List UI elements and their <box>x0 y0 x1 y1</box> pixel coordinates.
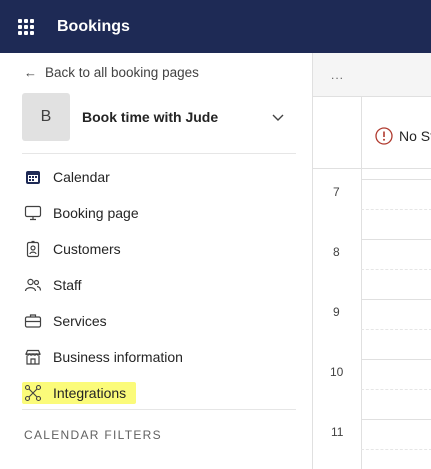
staff-header-label: No St <box>399 128 431 144</box>
hour-label: 8 <box>333 245 340 259</box>
briefcase-icon <box>24 312 42 330</box>
back-link-label: Back to all booking pages <box>45 65 199 80</box>
app-header: Bookings <box>0 0 431 53</box>
monitor-icon <box>24 204 42 222</box>
calendar-view: ... No St 7 8 9 10 11 <box>312 53 431 469</box>
more-options-button[interactable]: ... <box>331 68 344 82</box>
hour-label: 9 <box>333 305 340 319</box>
staff-column-header[interactable]: No St <box>375 127 431 145</box>
hour-line <box>361 179 431 180</box>
hour-label: 7 <box>333 185 340 199</box>
calendar-filters-heading: CALENDAR FILTERS <box>24 428 162 442</box>
warning-icon <box>375 127 393 145</box>
hour-label: 11 <box>331 425 344 439</box>
time-grid[interactable]: 7 8 9 10 11 <box>313 169 431 469</box>
hour-line <box>361 299 431 300</box>
time-gutter-divider <box>361 97 362 169</box>
nodes-icon <box>24 384 42 402</box>
sidebar-item-booking-page[interactable]: Booking page <box>24 201 139 225</box>
sidebar-item-label: Customers <box>53 241 121 257</box>
sidebar-item-calendar[interactable]: Calendar <box>24 165 110 189</box>
divider <box>22 153 296 154</box>
sidebar-item-customers[interactable]: Customers <box>24 237 121 261</box>
hour-line <box>361 239 431 240</box>
arrow-left-icon: ← <box>24 65 37 80</box>
half-hour-line <box>361 209 431 210</box>
hour-line <box>361 359 431 360</box>
sidebar-item-label: Integrations <box>53 385 127 401</box>
half-hour-line <box>361 329 431 330</box>
contact-card-icon <box>24 240 42 258</box>
calendar-icon <box>24 168 42 186</box>
sidebar-item-label: Services <box>53 313 107 329</box>
calendar-toolbar: ... <box>313 53 431 97</box>
sidebar-item-label: Calendar <box>53 169 110 185</box>
chevron-down-icon[interactable] <box>270 109 286 125</box>
app-launcher-icon[interactable] <box>18 18 34 35</box>
booking-page-name: Book time with Jude <box>82 109 219 125</box>
time-gutter-divider <box>361 169 362 469</box>
divider <box>22 409 296 410</box>
hour-label: 10 <box>330 365 344 379</box>
booking-page-selector[interactable]: B Book time with Jude <box>22 93 292 141</box>
half-hour-line <box>361 449 431 450</box>
sidebar-item-staff[interactable]: Staff <box>24 273 82 297</box>
sidebar-item-business-information[interactable]: Business information <box>24 345 183 369</box>
hour-line <box>361 419 431 420</box>
app-title[interactable]: Bookings <box>57 18 130 36</box>
half-hour-line <box>361 269 431 270</box>
staff-header-row: No St <box>313 97 431 169</box>
half-hour-line <box>361 389 431 390</box>
sidebar-item-services[interactable]: Services <box>24 309 107 333</box>
sidebar-item-label: Staff <box>53 277 82 293</box>
people-icon <box>24 276 42 294</box>
storefront-icon <box>24 348 42 366</box>
sidebar: ← Back to all booking pages B Book time … <box>0 53 312 469</box>
integrations-highlight: Integrations <box>22 382 137 404</box>
sidebar-item-integrations[interactable]: Integrations <box>22 381 137 405</box>
avatar: B <box>22 93 70 141</box>
sidebar-item-label: Booking page <box>53 205 139 221</box>
back-to-booking-pages-link[interactable]: ← Back to all booking pages <box>24 65 199 80</box>
sidebar-item-label: Business information <box>53 349 183 365</box>
